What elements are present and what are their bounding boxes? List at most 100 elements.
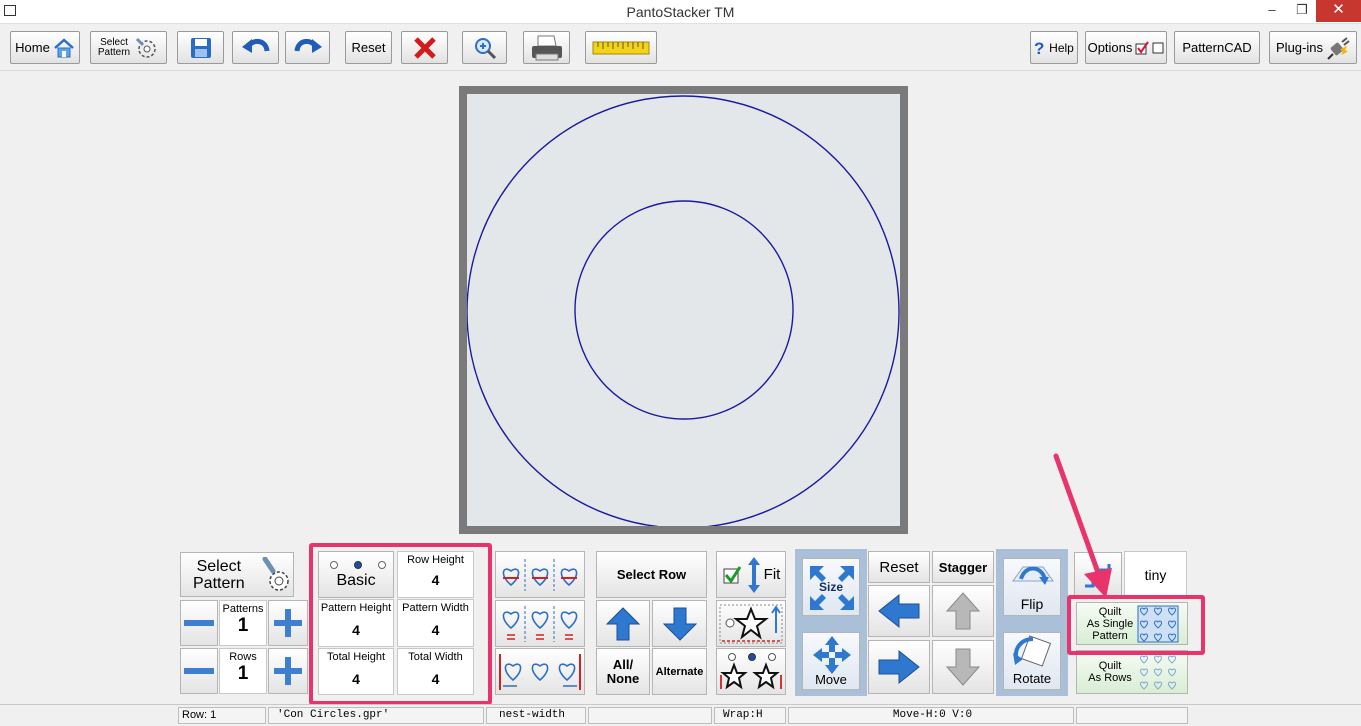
- star-align-icon: [719, 604, 783, 643]
- select-pattern-panel-label: Select Pattern: [193, 558, 245, 592]
- quilt-as-rows-button[interactable]: Quilt As Rows: [1076, 650, 1188, 694]
- pattern-flower-icon: [262, 557, 289, 591]
- arrow-left-icon: [878, 593, 920, 629]
- patterns-count-field[interactable]: Patterns 1: [219, 600, 267, 646]
- options-button[interactable]: Options: [1085, 31, 1167, 64]
- patterns-increase-button[interactable]: [268, 600, 308, 646]
- plugins-label: Plug-ins: [1276, 40, 1323, 55]
- minimize-button[interactable]: –: [1258, 0, 1286, 22]
- print-button[interactable]: [523, 31, 570, 64]
- nudge-down-button[interactable]: [932, 640, 994, 694]
- minus-icon: [184, 668, 214, 674]
- reset-button[interactable]: Reset: [345, 31, 392, 64]
- select-pattern-panel-button[interactable]: Select Pattern: [180, 552, 294, 597]
- arrow-right-icon: [878, 649, 920, 685]
- help-button[interactable]: ? Help: [1030, 31, 1078, 64]
- redo-button[interactable]: [285, 31, 330, 64]
- measure-button[interactable]: [585, 31, 657, 64]
- select-pattern-label: Select Pattern: [98, 37, 130, 58]
- inner-circle: [574, 200, 794, 420]
- spacing-expand-button[interactable]: [495, 551, 585, 598]
- home-button[interactable]: Home: [10, 31, 80, 64]
- select-row-button[interactable]: Select Row: [596, 551, 707, 598]
- row-down-button[interactable]: [652, 600, 707, 647]
- tiny-field[interactable]: tiny: [1124, 551, 1187, 599]
- help-question-icon: ?: [1034, 39, 1044, 57]
- home-label: Home: [15, 40, 50, 55]
- patterns-decrease-button[interactable]: [180, 600, 218, 646]
- all-none-button[interactable]: All/ None: [596, 648, 650, 695]
- size-button[interactable]: Size: [802, 558, 860, 616]
- arrow-down-icon: [945, 648, 981, 686]
- plus-icon: [274, 657, 302, 685]
- zoom-in-icon: [474, 37, 496, 59]
- rotate-button[interactable]: Rotate: [1003, 632, 1061, 690]
- plug-icon: [1327, 36, 1350, 60]
- plugins-button[interactable]: Plug-ins: [1269, 31, 1357, 64]
- select-pattern-button[interactable]: Select Pattern: [90, 31, 167, 64]
- rows-decrease-button[interactable]: [180, 648, 218, 694]
- quilt-rows-line1: Quilt: [1098, 660, 1122, 672]
- alternate-button[interactable]: Alternate: [652, 648, 707, 695]
- fit-label: Fit: [763, 566, 781, 583]
- status-row: Row: 1: [178, 707, 266, 724]
- save-icon: [190, 37, 211, 58]
- help-label: Help: [1049, 40, 1074, 55]
- redo-icon: [294, 38, 322, 53]
- quilt-rows-label: Quilt As Rows: [1083, 660, 1137, 684]
- stagger-button[interactable]: Stagger: [932, 551, 994, 583]
- status-file: 'Con Circles.gpr': [268, 707, 484, 724]
- window-title: PantoStacker TM: [626, 4, 735, 20]
- patterns-value: 1: [237, 615, 249, 636]
- size-label: Size: [818, 580, 843, 594]
- ruler-icon: [592, 41, 650, 54]
- align-star-button[interactable]: [716, 600, 786, 647]
- spacing-equal-button[interactable]: [495, 600, 585, 647]
- spacing-fill-button[interactable]: [495, 648, 585, 695]
- outer-circle: [466, 95, 900, 529]
- nudge-right-button[interactable]: [868, 640, 930, 694]
- undo-icon: [241, 38, 269, 53]
- nudge-reset-button[interactable]: Reset: [868, 551, 930, 583]
- status-empty-2: [1076, 707, 1188, 724]
- rows-increase-button[interactable]: [268, 648, 308, 694]
- title-bar: PantoStacker TM – ❐ ✕: [0, 0, 1361, 24]
- svg-text:?: ?: [1034, 39, 1044, 57]
- rows-label: Rows: [229, 651, 257, 663]
- delete-button[interactable]: [401, 31, 448, 64]
- canvas-frame: [459, 86, 908, 534]
- checked-box-icon: [1135, 40, 1150, 54]
- hearts-spread-icon: [502, 558, 578, 591]
- move-label: Move: [815, 672, 847, 687]
- zoom-button[interactable]: [462, 31, 507, 64]
- multi-star-button[interactable]: [716, 648, 786, 695]
- rotate-icon: [1013, 635, 1052, 667]
- nudge-left-button[interactable]: [868, 585, 930, 637]
- status-bar: Row: 1 'Con Circles.gpr' nest-width Wrap…: [0, 704, 1361, 726]
- quilt-canvas[interactable]: [466, 94, 900, 529]
- toolbar: Home Select Pattern Reset ? Help Options…: [0, 24, 1361, 71]
- select-pattern-panel-line2: Pattern: [193, 574, 245, 592]
- patterns-label: Patterns: [222, 603, 264, 615]
- undo-button[interactable]: [232, 31, 279, 64]
- highlight-dimensions-box: [309, 543, 492, 705]
- rows-count-field[interactable]: Rows 1: [219, 648, 267, 694]
- close-window-button[interactable]: ✕: [1316, 0, 1361, 22]
- quilt-rows-icon: [1140, 655, 1176, 690]
- hearts-equal-icon: [502, 605, 578, 642]
- check-arrows-icon: [723, 556, 760, 593]
- save-button[interactable]: [177, 31, 224, 64]
- patterncad-button[interactable]: PatternCAD: [1174, 31, 1260, 64]
- all-none-line1: All/: [612, 656, 634, 672]
- red-x-icon: [413, 36, 436, 59]
- hearts-fill-icon: [499, 653, 581, 690]
- nudge-up-button[interactable]: [932, 585, 994, 637]
- move-button[interactable]: Move: [802, 632, 860, 690]
- select-pattern-panel-line1: Select: [196, 557, 242, 575]
- fit-button[interactable]: Fit: [716, 551, 786, 598]
- home-icon: [54, 37, 74, 57]
- restore-button[interactable]: ❐: [1288, 0, 1316, 22]
- stars-icon: [720, 652, 782, 689]
- row-up-button[interactable]: [596, 600, 650, 647]
- options-label: Options: [1087, 40, 1133, 55]
